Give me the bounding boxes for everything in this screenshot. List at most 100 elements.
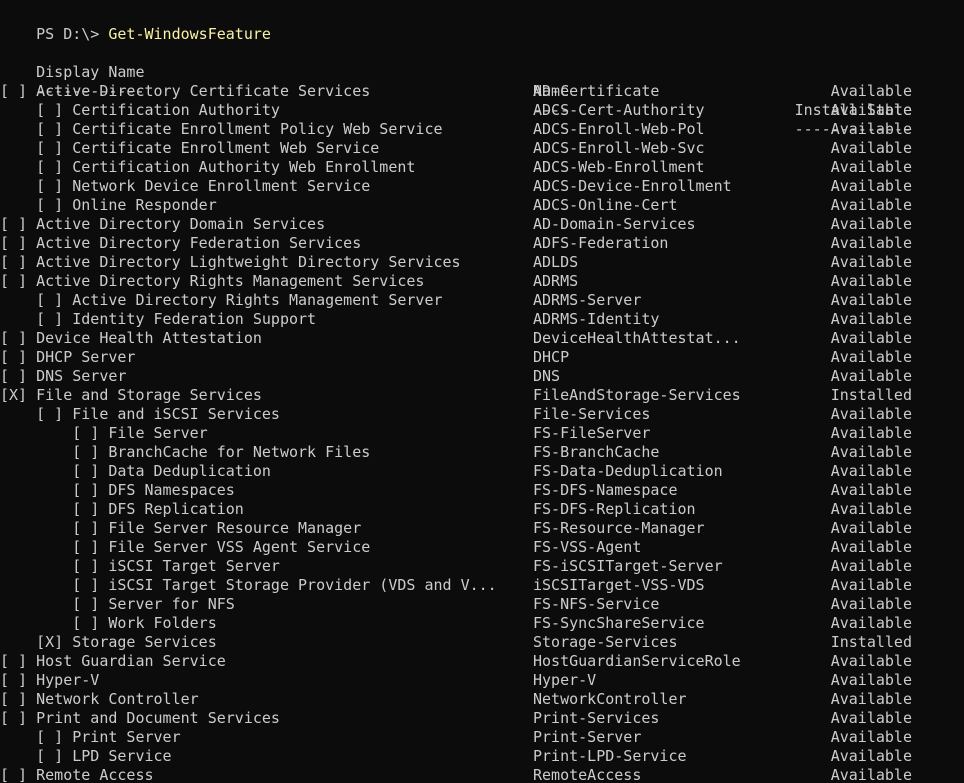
- feature-install-state: Available: [830, 310, 912, 328]
- feature-install-state: Installed: [830, 633, 912, 651]
- table-row: [ ] Online Responder ADCS-Online-Cert Avai…: [0, 196, 964, 215]
- feature-install-state: Available: [830, 652, 912, 670]
- feature-name: FS-VSS-Agent: [533, 538, 642, 556]
- feature-display-name: [ ] Active Directory Domain Services: [0, 215, 326, 233]
- feature-name: DNS: [533, 367, 561, 385]
- table-row: [ ] File and iSCSI Services File-Services…: [0, 405, 964, 424]
- feature-name: Print-Services: [533, 709, 660, 727]
- table-row: [ ] Identity Federation Support ADRMS-Ide…: [0, 310, 964, 329]
- feature-install-state: Available: [830, 671, 912, 689]
- feature-display-name: [ ] Online Responder: [0, 196, 217, 214]
- feature-display-name: [ ] BranchCache for Network Files: [0, 443, 371, 461]
- feature-name: ADRMS-Server: [533, 291, 642, 309]
- table-row: [ ] DFS Replication FS-DFS-Replication Ava…: [0, 500, 964, 519]
- table-row: [ ] DHCP Server DHCP Available: [0, 348, 964, 367]
- feature-install-state: Available: [830, 82, 912, 100]
- feature-display-name: [ ] Certification Authority: [0, 101, 280, 119]
- table-row: [ ] Remote Access RemoteAccess Available: [0, 766, 964, 783]
- feature-display-name: [ ] DHCP Server: [0, 348, 136, 366]
- feature-display-name: [ ] Active Directory Certificate Service…: [0, 82, 371, 100]
- feature-name: ADCS-Enroll-Web-Pol: [533, 120, 705, 138]
- prompt-path: PS D:\>: [36, 25, 109, 43]
- feature-display-name: [ ] Network Controller: [0, 690, 199, 708]
- feature-name: ADRMS: [533, 272, 579, 290]
- table-row: [ ] Server for NFS FS-NFS-Service Availabl…: [0, 595, 964, 614]
- feature-name: FS-DFS-Replication: [533, 500, 696, 518]
- feature-name: Hyper-V: [533, 671, 597, 689]
- feature-install-state: Available: [830, 120, 912, 138]
- feature-name: FileAndStorage-Services: [533, 386, 741, 404]
- feature-install-state: Available: [830, 291, 912, 309]
- feature-display-name: [ ] iSCSI Target Server: [0, 557, 280, 575]
- feature-name: FS-FileServer: [533, 424, 651, 442]
- feature-name: NetworkController: [533, 690, 687, 708]
- feature-display-name: [ ] Certificate Enrollment Policy Web Se…: [0, 120, 443, 138]
- feature-display-name: [ ] Active Directory Rights Management S…: [0, 291, 443, 309]
- feature-name: RemoteAccess: [533, 766, 642, 783]
- feature-name: ADCS-Enroll-Web-Svc: [533, 139, 705, 157]
- table-row: [X] File and Storage Services FileAndStor…: [0, 386, 964, 405]
- feature-display-name: [ ] File and iSCSI Services: [0, 405, 280, 423]
- table-row: [ ] iSCSI Target Server FS-iSCSITarget-Se…: [0, 557, 964, 576]
- feature-install-state: Available: [830, 234, 912, 252]
- feature-install-state: Available: [830, 196, 912, 214]
- feature-display-name: [ ] File Server Resource Manager: [0, 519, 362, 537]
- feature-install-state: Available: [830, 348, 912, 366]
- feature-display-name: [ ] Hyper-V: [0, 671, 100, 689]
- table-row: [ ] File Server Resource Manager FS-Resou…: [0, 519, 964, 538]
- feature-name: FS-DFS-Namespace: [533, 481, 678, 499]
- table-row: [ ] Active Directory Rights Management S…: [0, 272, 964, 291]
- header-row: Display Name Name Install State: [0, 44, 964, 119]
- feature-install-state: Installed: [830, 386, 912, 404]
- feature-display-name: [ ] Data Deduplication: [0, 462, 271, 480]
- feature-install-state: Available: [830, 101, 912, 119]
- table-row: [ ] Active Directory Rights Management S…: [0, 291, 964, 310]
- feature-display-name: [ ] Certificate Enrollment Web Service: [0, 139, 380, 157]
- feature-install-state: Available: [830, 690, 912, 708]
- feature-install-state: Available: [830, 557, 912, 575]
- feature-install-state: Available: [830, 481, 912, 499]
- prompt-line: PS D:\> Get-WindowsFeature: [0, 6, 271, 43]
- feature-display-name: [ ] DFS Replication: [0, 500, 244, 518]
- feature-name: ADRMS-Identity: [533, 310, 660, 328]
- feature-name: ADCS-Online-Cert: [533, 196, 678, 214]
- feature-install-state: Available: [830, 272, 912, 290]
- feature-display-name: [ ] File Server: [0, 424, 208, 442]
- feature-display-name: [ ] File Server VSS Agent Service: [0, 538, 371, 556]
- feature-name: FS-BranchCache: [533, 443, 660, 461]
- feature-install-state: Available: [830, 500, 912, 518]
- table-row: [ ] Hyper-V Hyper-V Available: [0, 671, 964, 690]
- table-row: [ ] Certificate Enrollment Web Service AD…: [0, 139, 964, 158]
- feature-name: HostGuardianServiceRole: [533, 652, 741, 670]
- table-row: [ ] DNS Server DNS Available: [0, 367, 964, 386]
- table-row: [ ] Active Directory Federation Services…: [0, 234, 964, 253]
- feature-name: DeviceHealthAttestat...: [533, 329, 741, 347]
- feature-install-state: Available: [830, 614, 912, 632]
- feature-name: FS-SyncShareService: [533, 614, 705, 632]
- feature-install-state: Available: [830, 215, 912, 233]
- table-row: [ ] LPD Service Print-LPD-Service Availabl…: [0, 747, 964, 766]
- feature-name: ADFS-Federation: [533, 234, 669, 252]
- feature-display-name: [ ] Identity Federation Support: [0, 310, 317, 328]
- feature-display-name: [ ] Certification Authority Web Enrollme…: [0, 158, 416, 176]
- feature-name: AD-Domain-Services: [533, 215, 696, 233]
- feature-display-name: [ ] Host Guardian Service: [0, 652, 226, 670]
- feature-install-state: Available: [830, 253, 912, 271]
- feature-name: File-Services: [533, 405, 651, 423]
- feature-display-name: [ ] DNS Server: [0, 367, 127, 385]
- feature-display-name: [ ] Work Folders: [0, 614, 217, 632]
- table-row: [ ] iSCSI Target Storage Provider (VDS a…: [0, 576, 964, 595]
- feature-install-state: Available: [830, 576, 912, 594]
- powershell-terminal[interactable]: PS D:\> Get-WindowsFeature Display Name …: [0, 0, 964, 783]
- table-row: [ ] Print and Document Services Print-Ser…: [0, 709, 964, 728]
- feature-name: Storage-Services: [533, 633, 678, 651]
- feature-display-name: [ ] Active Directory Lightweight Directo…: [0, 253, 461, 271]
- feature-display-name: [ ] Active Directory Rights Management S…: [0, 272, 425, 290]
- table-row: [ ] Certification Authority ADCS-Cert-Aut…: [0, 101, 964, 120]
- feature-display-name: [ ] iSCSI Target Storage Provider (VDS a…: [0, 576, 497, 594]
- feature-name: FS-NFS-Service: [533, 595, 660, 613]
- feature-name: ADLDS: [533, 253, 579, 271]
- table-row: [ ] Network Device Enrollment Service ADC…: [0, 177, 964, 196]
- feature-install-state: Available: [830, 329, 912, 347]
- table-row: [ ] BranchCache for Network Files FS-Bran…: [0, 443, 964, 462]
